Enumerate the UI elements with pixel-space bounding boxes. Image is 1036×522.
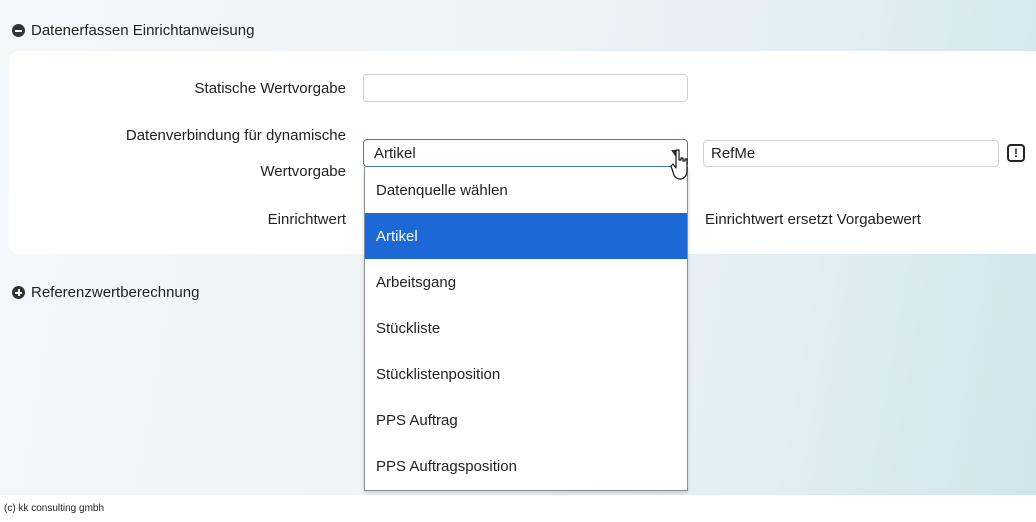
hand-cursor-icon bbox=[670, 149, 688, 180]
data-source-select[interactable]: Artikel bbox=[363, 139, 688, 167]
data-source-select-value: Artikel bbox=[374, 144, 416, 162]
setup-value-label: Einrichtwert bbox=[267, 211, 346, 228]
replace-hint-text: Einrichtwert ersetzt Vorgabewert bbox=[705, 211, 921, 228]
dynamic-binding-label-line1: Datenverbindung für dynamische bbox=[125, 127, 346, 144]
dropdown-option[interactable]: Stücklistenposition bbox=[365, 351, 687, 397]
dropdown-option-selected[interactable]: Artikel bbox=[365, 213, 687, 259]
dropdown-option[interactable]: PPS Auftrag bbox=[365, 397, 687, 443]
section-title-reference: Referenzwertberechnung bbox=[31, 284, 200, 301]
reference-field-input[interactable]: RefMe bbox=[703, 140, 999, 167]
static-value-label: Statische Wertvorgabe bbox=[194, 80, 346, 97]
dropdown-option[interactable]: Datenquelle wählen bbox=[365, 167, 687, 213]
footer-bar bbox=[0, 495, 1036, 522]
static-value-input[interactable] bbox=[363, 74, 688, 102]
dropdown-option[interactable]: PPS Auftragsposition bbox=[365, 443, 687, 489]
dropdown-option[interactable]: Arbeitsgang bbox=[365, 259, 687, 305]
minus-circle-icon[interactable] bbox=[12, 24, 25, 37]
dynamic-binding-label-line2: Wertvorgabe bbox=[260, 163, 346, 180]
section-header-setup[interactable]: Datenerfassen Einrichtanweisung bbox=[12, 22, 254, 39]
plus-circle-icon[interactable] bbox=[12, 286, 25, 299]
footer-copyright: (c) kk consulting gmbh bbox=[4, 503, 105, 514]
dropdown-option[interactable]: Stückliste bbox=[365, 305, 687, 351]
data-source-dropdown-list[interactable]: Datenquelle wählen Artikel Arbeitsgang S… bbox=[364, 167, 688, 491]
exclamation-icon[interactable]: ! bbox=[1007, 144, 1025, 162]
section-header-reference[interactable]: Referenzwertberechnung bbox=[12, 284, 199, 301]
section-title-setup: Datenerfassen Einrichtanweisung bbox=[31, 22, 255, 39]
